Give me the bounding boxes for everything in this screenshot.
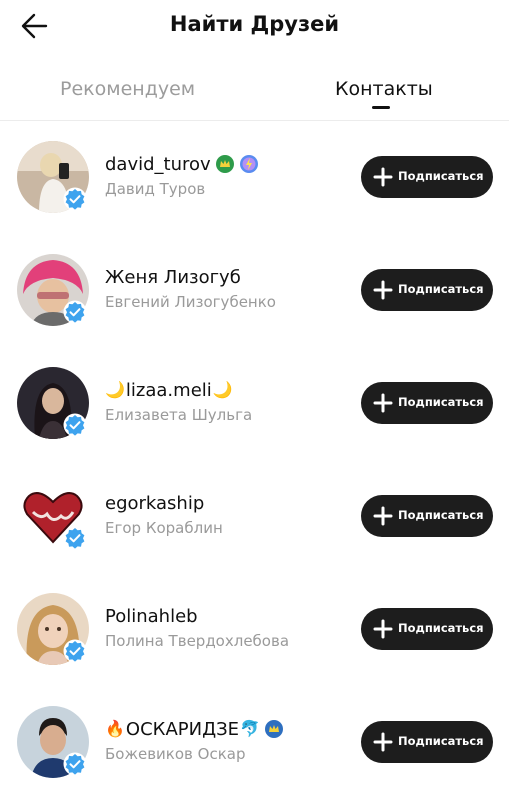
active-tab-indicator bbox=[372, 106, 390, 109]
follow-label: Подписаться bbox=[398, 169, 484, 183]
username: egorkaship bbox=[105, 491, 204, 515]
username: david_turov bbox=[105, 152, 259, 176]
avatar[interactable] bbox=[17, 254, 89, 326]
avatar[interactable] bbox=[17, 367, 89, 439]
tab-contacts[interactable]: Контакты bbox=[335, 78, 433, 100]
list-item[interactable]: Женя Лизогуб Евгений Лизогубенко Подписа… bbox=[0, 233, 509, 346]
plus-icon bbox=[373, 732, 393, 752]
avatar[interactable] bbox=[17, 141, 89, 213]
crescent-moon-icon: 🌙 bbox=[105, 380, 125, 399]
page-title: Найти Друзей bbox=[169, 12, 340, 36]
username-text: Женя Лизогуб bbox=[105, 266, 241, 288]
plus-icon bbox=[373, 619, 393, 639]
plus-icon bbox=[373, 393, 393, 413]
list-item[interactable]: 🔥 ОСКАРИДЗЕ 🐬 Божевиков Оскар Подписатьс… bbox=[0, 685, 509, 798]
follow-label: Подписаться bbox=[398, 395, 484, 409]
avatar[interactable] bbox=[17, 593, 89, 665]
avatar[interactable] bbox=[17, 706, 89, 778]
avatar[interactable] bbox=[17, 480, 89, 552]
follow-button[interactable]: Подписаться bbox=[361, 269, 493, 311]
follow-label: Подписаться bbox=[398, 508, 484, 522]
follow-button[interactable]: Подписаться bbox=[361, 721, 493, 763]
verified-badge-icon bbox=[63, 752, 87, 776]
list-item[interactable]: 🌙 lizaa.meli 🌙 Елизавета Шульга Подписат… bbox=[0, 346, 509, 459]
username-text: ОСКАРИДЗЕ bbox=[125, 718, 240, 740]
username: Polinahleb bbox=[105, 604, 198, 628]
plus-icon bbox=[373, 280, 393, 300]
verified-badge-icon bbox=[63, 187, 87, 211]
full-name: Полина Твердохлебова bbox=[105, 632, 290, 650]
verified-badge-icon bbox=[63, 526, 87, 550]
follow-label: Подписаться bbox=[398, 621, 484, 635]
verified-badge-icon bbox=[63, 300, 87, 324]
verified-badge-icon bbox=[63, 639, 87, 663]
top-bar: Найти Друзей bbox=[0, 0, 509, 54]
follow-label: Подписаться bbox=[398, 734, 484, 748]
username: 🌙 lizaa.meli 🌙 bbox=[105, 378, 233, 402]
plus-icon bbox=[373, 506, 393, 526]
username: 🔥 ОСКАРИДЗЕ 🐬 bbox=[105, 717, 284, 741]
username: Женя Лизогуб bbox=[105, 265, 241, 289]
follow-button[interactable]: Подписаться bbox=[361, 382, 493, 424]
full-name: Елизавета Шульга bbox=[105, 406, 253, 424]
list-item[interactable]: Polinahleb Полина Твердохлебова Подписат… bbox=[0, 572, 509, 685]
follow-button[interactable]: Подписаться bbox=[361, 608, 493, 650]
username-text: egorkaship bbox=[105, 492, 205, 514]
fire-icon: 🔥 bbox=[105, 719, 125, 738]
list-item[interactable]: egorkaship Егор Кораблин Подписаться bbox=[0, 459, 509, 572]
crown-badge-icon bbox=[215, 155, 234, 173]
tab-recommended[interactable]: Рекомендуем bbox=[60, 78, 195, 100]
follow-label: Подписаться bbox=[398, 282, 484, 296]
verified-badge-icon bbox=[63, 413, 87, 437]
dolphin-icon: 🐬 bbox=[240, 719, 260, 738]
list-item[interactable]: david_turov Давид Туров Подписаться bbox=[0, 120, 509, 233]
crown-badge-icon bbox=[264, 720, 283, 738]
lightning-badge-icon bbox=[239, 155, 258, 173]
full-name: Божевиков Оскар bbox=[105, 745, 246, 763]
full-name: Егор Кораблин bbox=[105, 519, 223, 537]
username-text: Polinahleb bbox=[105, 605, 198, 627]
follow-button[interactable]: Подписаться bbox=[361, 156, 493, 198]
full-name: Евгений Лизогубенко bbox=[105, 293, 276, 311]
plus-icon bbox=[373, 167, 393, 187]
username-text: david_turov bbox=[105, 153, 211, 175]
crescent-moon-icon: 🌙 bbox=[212, 380, 233, 399]
username-text: lizaa.meli bbox=[125, 379, 212, 401]
follow-button[interactable]: Подписаться bbox=[361, 495, 493, 537]
tab-bar: Рекомендуем Контакты bbox=[0, 70, 509, 121]
full-name: Давид Туров bbox=[105, 180, 206, 198]
